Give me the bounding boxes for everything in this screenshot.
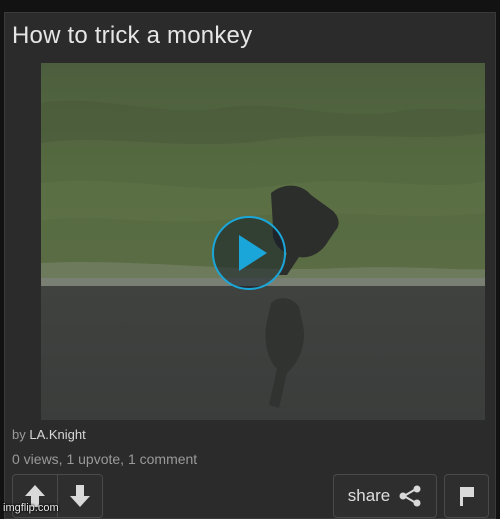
share-label: share	[347, 486, 391, 505]
by-prefix: by	[12, 427, 26, 442]
downvote-button[interactable]	[57, 475, 102, 517]
arrow-down-icon	[70, 485, 90, 507]
video-player[interactable]	[41, 63, 485, 420]
play-icon[interactable]	[211, 215, 287, 291]
author-line: by LA.Knight	[12, 427, 86, 442]
share-button[interactable]: share	[333, 474, 437, 518]
author-link[interactable]: LA.Knight	[29, 427, 85, 442]
flag-icon	[459, 487, 474, 506]
imgflip-watermark: imgflip.com	[3, 502, 59, 514]
flag-button[interactable]	[444, 474, 489, 518]
post-card: How to trick a monkey by LA.Knight 0 vie…	[4, 12, 496, 519]
post-stats: 0 views, 1 upvote, 1 comment	[12, 451, 198, 467]
post-title: How to trick a monkey	[12, 22, 253, 49]
share-icon	[399, 485, 421, 507]
